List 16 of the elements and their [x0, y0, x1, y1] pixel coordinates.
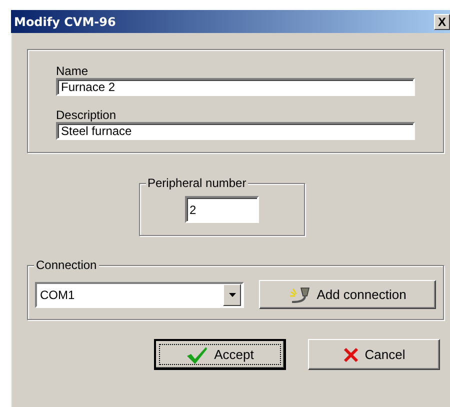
group-legend: Connection [34, 258, 99, 272]
dropdown-field[interactable]: COM1 [35, 282, 244, 308]
checkmark-icon [186, 346, 208, 364]
group-legend: Peripheral number [146, 176, 248, 190]
window-title: Modify CVM-96 [13, 14, 116, 28]
field-label: Description [56, 108, 118, 122]
plug-icon [288, 286, 311, 304]
input-field[interactable]: Furnace 2 [56, 78, 415, 96]
field-label: Name [56, 64, 90, 78]
close-button[interactable]: X [434, 14, 450, 30]
input-field[interactable]: 2 [184, 196, 258, 223]
add-connection-button[interactable]: Add connection [259, 280, 436, 309]
cancel-button[interactable]: Cancel [308, 339, 440, 370]
close-icon [342, 346, 359, 362]
input-field[interactable]: Steel furnace [56, 122, 415, 140]
accept-button[interactable]: Accept [154, 339, 286, 370]
